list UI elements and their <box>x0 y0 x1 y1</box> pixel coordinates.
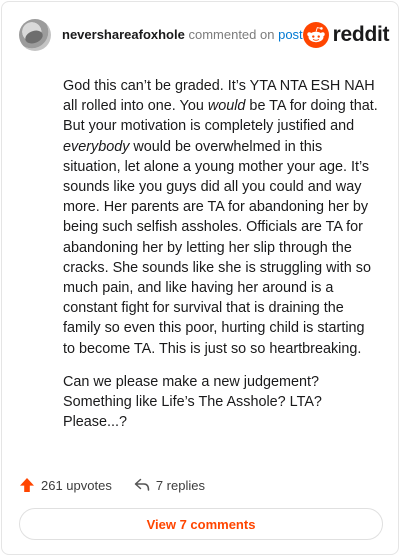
comment-meta: nevershareafoxhole commented on post <box>62 27 303 43</box>
comment-paragraph-1: God this can’t be graded. It’s YTA NTA E… <box>63 76 379 359</box>
comment-body: God this can’t be graded. It’s YTA NTA E… <box>63 76 379 445</box>
reddit-snoo-icon <box>302 22 329 48</box>
comment-text: would be overwhelmed in this situation, … <box>63 138 371 357</box>
comment-card: nevershareafoxhole commented on post red… <box>1 1 399 555</box>
upvote-count: 261 upvotes <box>41 477 112 493</box>
replies-action[interactable]: 7 replies <box>134 478 205 493</box>
avatar[interactable] <box>19 19 51 51</box>
emphasis-text: would <box>207 98 246 115</box>
reddit-wordmark: reddit <box>332 23 390 46</box>
comment-paragraph-2: Can we please make a new judgement? Some… <box>63 373 322 431</box>
reply-count: 7 replies <box>155 477 205 493</box>
emphasis-text: everybody <box>63 138 130 155</box>
view-comments-button[interactable]: View 7 comments <box>19 508 383 540</box>
reddit-logo[interactable]: reddit <box>302 22 390 48</box>
comment-actions: 261 upvotes 7 replies <box>19 474 227 496</box>
post-link[interactable]: post <box>278 27 303 42</box>
commented-on-text: commented on <box>188 27 275 42</box>
upvote-action[interactable]: 261 upvotes <box>19 477 112 493</box>
upvote-arrow-icon <box>20 478 34 492</box>
reply-arrow-icon <box>134 478 150 491</box>
username[interactable]: nevershareafoxhole <box>62 27 185 42</box>
comment-header: nevershareafoxhole commented on post red… <box>19 18 390 52</box>
